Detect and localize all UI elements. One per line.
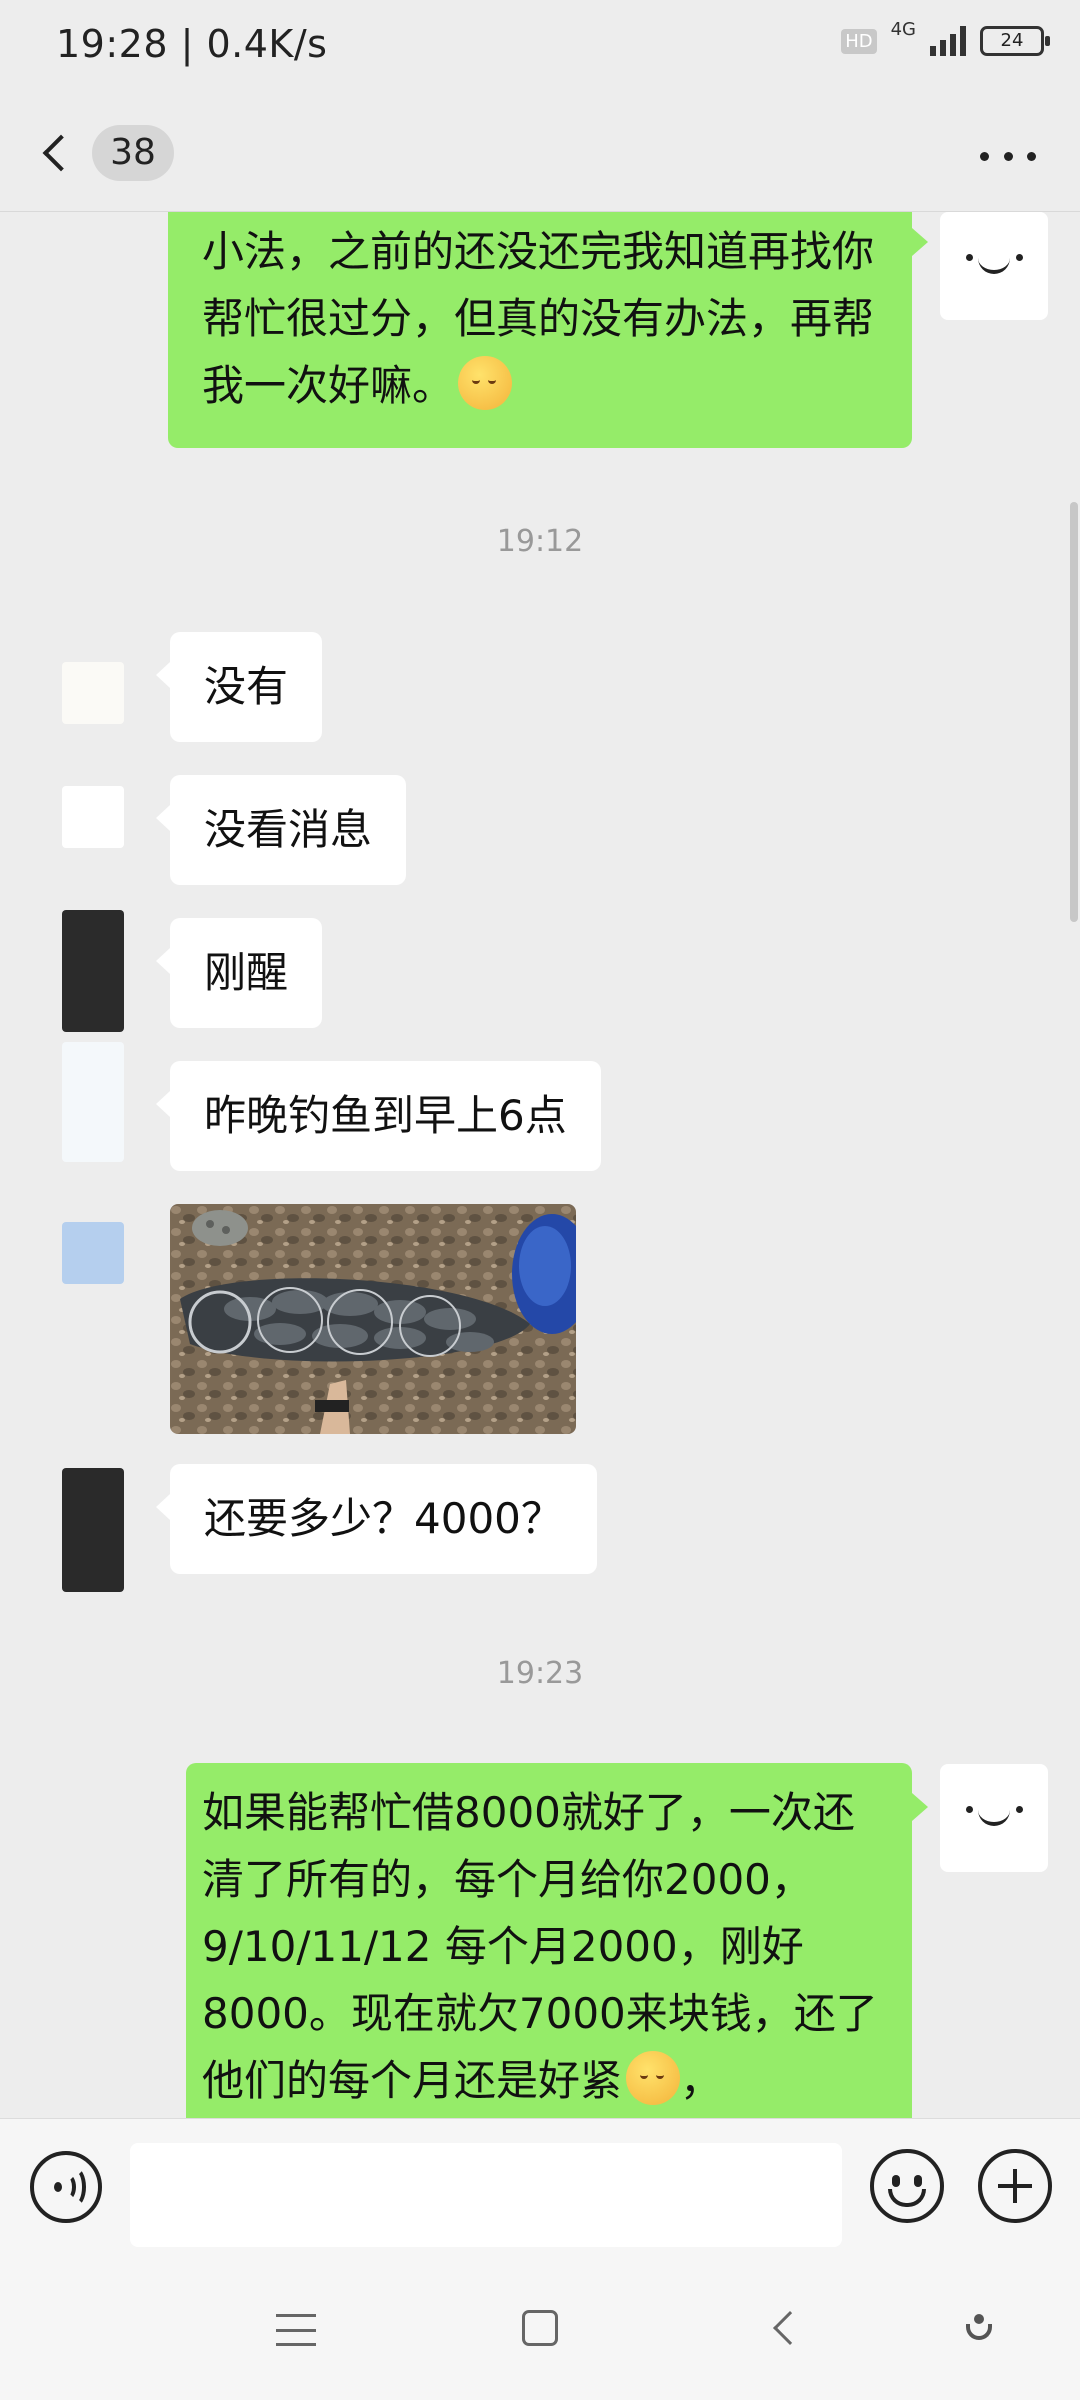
scrollbar[interactable] — [1070, 502, 1078, 922]
my-avatar[interactable] — [940, 212, 1048, 320]
contact-avatar[interactable] — [62, 910, 124, 1032]
home-button[interactable] — [522, 2310, 558, 2346]
chevron-left-icon — [42, 134, 80, 172]
more-dot-icon — [1003, 151, 1013, 161]
contact-avatar[interactable] — [62, 786, 124, 848]
timestamp: 19:23 — [496, 1656, 584, 1691]
more-dot-icon — [1027, 151, 1036, 161]
message-text: 小法，之前的还没还完我知道再找你帮忙很过分，但真的没有办法，再帮我一次好嘛。 — [202, 227, 875, 410]
fish-photo-image[interactable] — [170, 1204, 576, 1434]
message-text: 昨晚钓鱼到早上6点 — [204, 1091, 567, 1140]
message-bubble-incoming[interactable]: 还要多少？4000？ — [156, 1464, 597, 1574]
assistant-button[interactable] — [964, 2314, 994, 2344]
contact-avatar[interactable] — [62, 1222, 124, 1284]
message-bubble-outgoing[interactable]: 小法，之前的还没还完我知道再找你帮忙很过分，但真的没有办法，再帮我一次好嘛。 — [168, 212, 928, 448]
message-input[interactable] — [130, 2143, 842, 2247]
contact-avatar[interactable] — [62, 1042, 124, 1162]
message-text: 还要多少？4000？ — [204, 1494, 563, 1543]
contact-avatar[interactable] — [62, 662, 124, 724]
battery-icon: 24 — [980, 26, 1050, 56]
pensive-face-emoji-icon — [626, 2051, 681, 2105]
message-bubble-incoming[interactable]: 没有 — [155, 632, 323, 742]
pensive-face-emoji-icon — [458, 356, 513, 410]
chat-messages[interactable]: 小法，之前的还没还完我知道再找你帮忙很过分，但真的没有办法，再帮我一次好嘛。 1… — [0, 212, 1080, 2118]
status-time-speed: 19:28 | 0.4K/s — [56, 22, 328, 66]
contact-avatar[interactable] — [62, 1468, 124, 1592]
message-text: 刚醒 — [204, 948, 289, 997]
my-avatar[interactable] — [940, 1764, 1048, 1872]
system-back-button[interactable] — [773, 2311, 807, 2345]
chat-header: 38 — [0, 96, 1080, 212]
more-actions-button[interactable] — [978, 2149, 1052, 2223]
message-text: 如果能帮忙借8000就好了，一次还清了所有的，每个月给你2000，9/10/11… — [202, 1788, 878, 2105]
status-indicators: HD 4G 24 — [841, 19, 1050, 56]
message-bubble-incoming[interactable]: 昨晚钓鱼到早上6点 — [156, 1061, 601, 1171]
message-text: 没看消息 — [204, 805, 373, 854]
more-options-button[interactable] — [980, 146, 1036, 166]
system-navigation-bar — [0, 2254, 1080, 2400]
back-button[interactable]: 38 — [34, 118, 184, 188]
unread-count-badge: 38 — [92, 125, 174, 181]
network-label: 4G — [890, 18, 916, 40]
more-dot-icon — [980, 151, 989, 161]
message-text-tail: ， — [680, 2056, 723, 2105]
recent-apps-button[interactable] — [276, 2314, 316, 2346]
message-bubble-incoming[interactable]: 刚醒 — [155, 918, 323, 1028]
message-bubble-outgoing[interactable]: 如果能帮忙借8000就好了，一次还清了所有的，每个月给你2000，9/10/11… — [186, 1763, 928, 2118]
voice-input-button[interactable] — [30, 2151, 102, 2223]
hd-badge: HD — [841, 28, 877, 54]
emoji-button[interactable] — [870, 2149, 944, 2223]
timestamp: 19:12 — [496, 524, 584, 559]
status-bar: 19:28 | 0.4K/s HD 4G 24 — [0, 0, 1080, 96]
signal-icon — [930, 26, 966, 56]
message-input-bar — [0, 2118, 1080, 2254]
message-text: 没有 — [204, 662, 289, 711]
message-bubble-incoming[interactable]: 没看消息 — [155, 775, 407, 885]
